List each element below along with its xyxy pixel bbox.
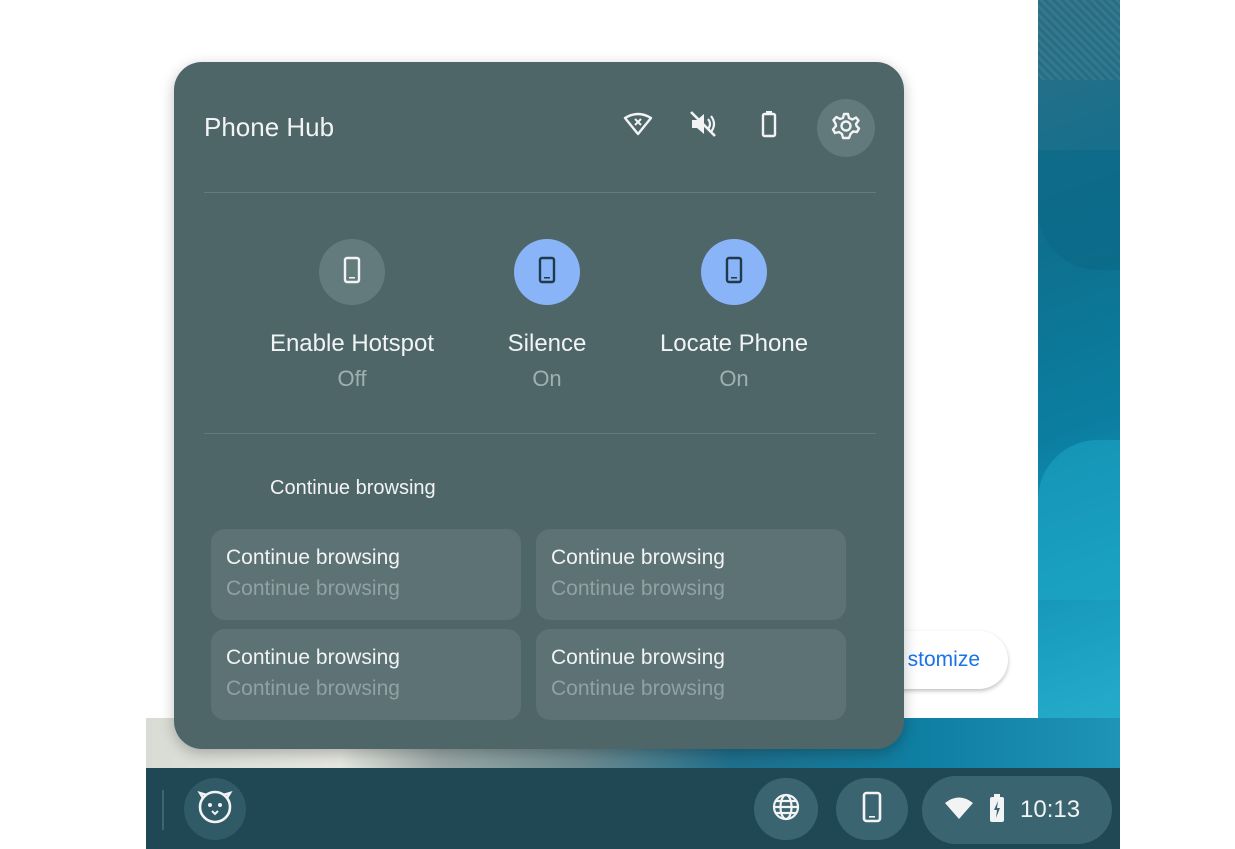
tile-state: On <box>532 366 562 391</box>
card-subtitle: Continue browsing <box>226 577 400 600</box>
launcher-button[interactable] <box>184 778 246 840</box>
browsing-card[interactable]: Continue browsing Continue browsing <box>211 529 521 620</box>
header-divider <box>204 192 876 193</box>
wifi-icon <box>944 796 974 825</box>
tile-enable-hotspot[interactable]: Enable Hotspot Off <box>252 239 452 392</box>
card-subtitle: Continue browsing <box>226 677 400 700</box>
wallpaper-wave <box>1038 150 1120 270</box>
tile-toggle-button[interactable] <box>701 239 767 305</box>
card-subtitle: Continue browsing <box>551 677 725 700</box>
gear-icon <box>831 111 861 146</box>
tile-silence[interactable]: Silence On <box>447 239 647 392</box>
continue-browsing-heading: Continue browsing <box>270 477 436 499</box>
battery-icon <box>751 106 787 142</box>
battery-charging-icon <box>988 793 1006 828</box>
wallpaper <box>1038 0 1120 770</box>
status-tray[interactable]: 10:13 <box>922 776 1112 844</box>
globe-icon <box>771 792 801 827</box>
card-title: Continue browsing <box>551 646 725 669</box>
card-title: Continue browsing <box>551 546 725 569</box>
customize-button-label: stomize <box>907 648 980 671</box>
launcher-icon <box>194 786 236 833</box>
phone-icon <box>538 256 556 289</box>
card-title: Continue browsing <box>226 546 400 569</box>
wallpaper-wave <box>1038 440 1120 600</box>
tile-label: Enable Hotspot <box>269 330 435 357</box>
tile-label: Silence <box>507 330 587 357</box>
tile-toggle-button[interactable] <box>319 239 385 305</box>
shelf-separator <box>162 790 164 830</box>
clock: 10:13 <box>1020 796 1081 823</box>
browsing-card[interactable]: Continue browsing Continue browsing <box>536 629 846 720</box>
tile-state: On <box>719 366 749 391</box>
browsing-card[interactable]: Continue browsing Continue browsing <box>211 629 521 720</box>
card-title: Continue browsing <box>226 646 400 669</box>
wallpaper-texture <box>1038 0 1120 80</box>
settings-button[interactable] <box>817 99 875 157</box>
tile-state: Off <box>337 366 367 391</box>
tile-label: Locate Phone <box>659 330 809 357</box>
browser-shelf-button[interactable] <box>754 778 818 840</box>
phone-hub-shelf-button[interactable] <box>836 778 908 840</box>
card-subtitle: Continue browsing <box>551 577 725 600</box>
tile-locate-phone[interactable]: Locate Phone On <box>634 239 834 392</box>
browsing-card[interactable]: Continue browsing Continue browsing <box>536 529 846 620</box>
panel-title: Phone Hub <box>204 112 335 142</box>
volume-off-icon <box>685 106 721 142</box>
tile-toggle-button[interactable] <box>514 239 580 305</box>
shelf: 10:13 <box>146 768 1120 849</box>
phone-hub-panel: Phone Hub Enable Hotspot Off Silence On … <box>174 62 904 749</box>
wifi-off-icon <box>620 106 656 142</box>
phone-icon <box>725 256 743 289</box>
phone-icon <box>343 256 361 289</box>
tiles-divider <box>204 433 876 434</box>
phone-icon <box>862 791 882 828</box>
